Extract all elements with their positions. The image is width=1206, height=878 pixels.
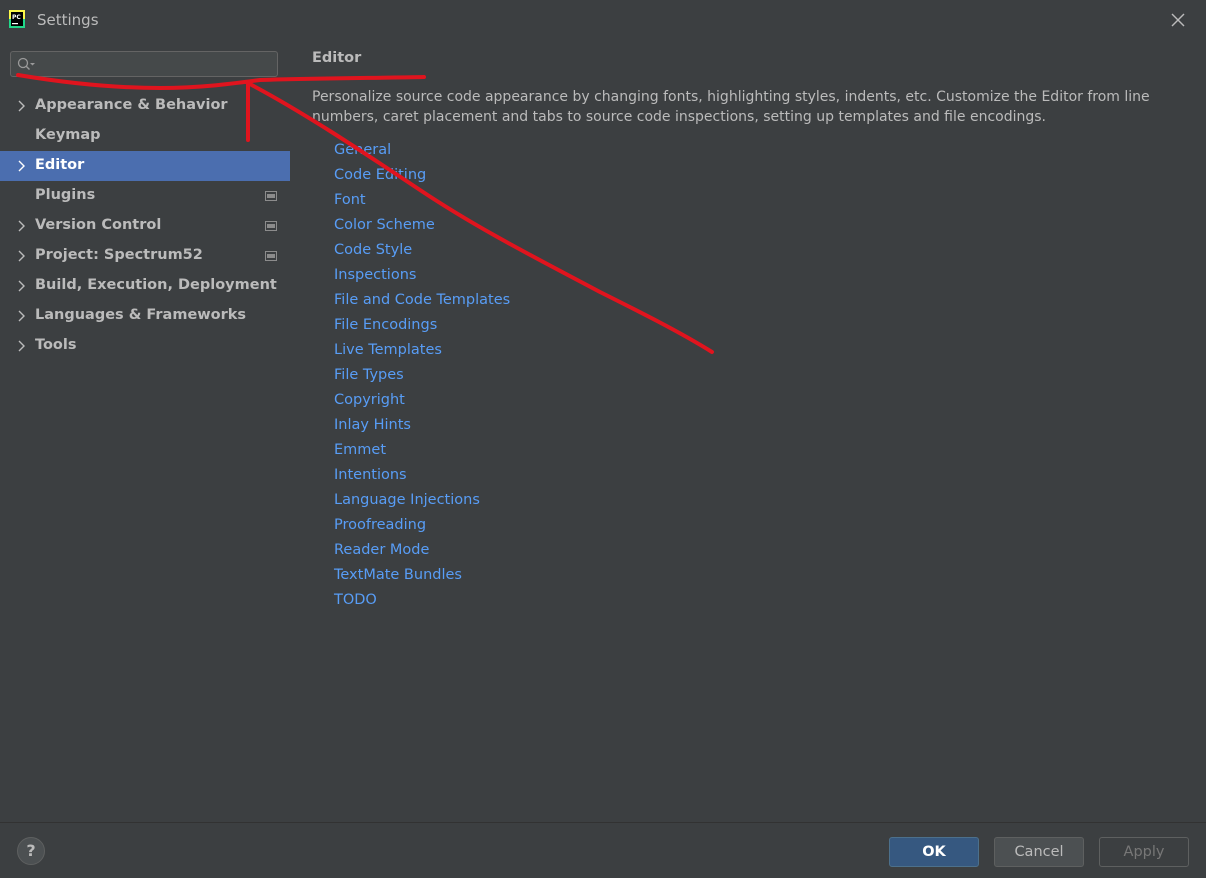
sidebar-item-build-execution-deployment[interactable]: Build, Execution, Deployment	[0, 271, 290, 301]
list-item: Proofreading	[334, 515, 510, 540]
link-file-code-templates[interactable]: File and Code Templates	[334, 292, 510, 308]
page-description: Personalize source code appearance by ch…	[312, 89, 1150, 125]
chevron-right-icon[interactable]	[17, 280, 27, 292]
sidebar-item-keymap[interactable]: Keymap	[0, 121, 290, 151]
link-color-scheme[interactable]: Color Scheme	[334, 217, 435, 233]
chevron-right-icon[interactable]	[17, 100, 27, 112]
link-reader-mode[interactable]: Reader Mode	[334, 542, 429, 558]
link-file-types[interactable]: File Types	[334, 367, 404, 383]
close-icon[interactable]	[1166, 8, 1190, 32]
list-item: File and Code Templates	[334, 290, 510, 315]
list-item: File Encodings	[334, 315, 510, 340]
project-settings-icon	[265, 251, 277, 261]
chevron-right-icon[interactable]	[17, 310, 27, 322]
link-intentions[interactable]: Intentions	[334, 467, 407, 483]
sidebar-item-label: Plugins	[35, 187, 96, 203]
link-code-editing[interactable]: Code Editing	[334, 167, 426, 183]
link-language-injections[interactable]: Language Injections	[334, 492, 480, 508]
link-live-templates[interactable]: Live Templates	[334, 342, 442, 358]
link-code-style[interactable]: Code Style	[334, 242, 412, 258]
list-item: Inspections	[334, 265, 510, 290]
sidebar-item-label: Editor	[35, 157, 85, 173]
title-bar: PC Settings	[0, 0, 1206, 38]
list-item: TODO	[334, 590, 510, 615]
sidebar-item-label: Keymap	[35, 127, 101, 143]
sidebar-item-label: Tools	[35, 337, 77, 353]
list-item: Code Style	[334, 240, 510, 265]
sidebar-item-label: Languages & Frameworks	[35, 307, 247, 323]
link-inspections[interactable]: Inspections	[334, 267, 416, 283]
link-inlay-hints[interactable]: Inlay Hints	[334, 417, 411, 433]
link-textmate-bundles[interactable]: TextMate Bundles	[334, 567, 462, 583]
link-copyright[interactable]: Copyright	[334, 392, 405, 408]
cancel-button[interactable]: Cancel	[994, 837, 1084, 867]
chevron-right-icon[interactable]	[17, 250, 27, 262]
link-emmet[interactable]: Emmet	[334, 442, 386, 458]
sidebar-item-label: Appearance & Behavior	[35, 97, 228, 113]
settings-dialog: PC Settings Appearance & Behavior Keymap	[0, 0, 1206, 878]
chevron-right-icon[interactable]	[17, 220, 27, 232]
sidebar-item-languages-frameworks[interactable]: Languages & Frameworks	[0, 301, 290, 331]
link-todo[interactable]: TODO	[334, 592, 377, 608]
sidebar-item-editor[interactable]: Editor	[0, 151, 290, 181]
sidebar-item-appearance-behavior[interactable]: Appearance & Behavior	[0, 91, 290, 121]
help-button[interactable]: ?	[17, 837, 45, 865]
sidebar-item-project[interactable]: Project: Spectrum52	[0, 241, 290, 271]
sidebar-item-plugins[interactable]: Plugins	[0, 181, 290, 211]
link-proofreading[interactable]: Proofreading	[334, 517, 426, 533]
list-item: Inlay Hints	[334, 415, 510, 440]
list-item: Live Templates	[334, 340, 510, 365]
list-item: Font	[334, 190, 510, 215]
pycharm-app-icon: PC	[9, 10, 25, 28]
window-title: Settings	[37, 11, 99, 29]
page-title: Editor	[312, 50, 362, 66]
settings-content-panel: Editor Personalize source code appearanc…	[290, 38, 1206, 822]
list-item: Intentions	[334, 465, 510, 490]
search-input[interactable]	[39, 52, 273, 76]
project-settings-icon	[265, 221, 277, 231]
apply-button[interactable]: Apply	[1099, 837, 1189, 867]
editor-subpage-links: General Code Editing Font Color Scheme C…	[334, 140, 510, 615]
sidebar-item-tools[interactable]: Tools	[0, 331, 290, 361]
ok-button[interactable]: OK	[889, 837, 979, 867]
search-icon[interactable]	[17, 57, 37, 72]
sidebar-item-label: Project: Spectrum52	[35, 247, 203, 263]
link-file-encodings[interactable]: File Encodings	[334, 317, 437, 333]
app-icon-text: PC	[12, 14, 21, 21]
project-settings-icon	[265, 191, 277, 201]
link-general[interactable]: General	[334, 142, 391, 158]
chevron-right-icon[interactable]	[17, 340, 27, 352]
chevron-right-icon[interactable]	[17, 160, 27, 172]
link-font[interactable]: Font	[334, 192, 366, 208]
list-item: File Types	[334, 365, 510, 390]
list-item: Emmet	[334, 440, 510, 465]
list-item: TextMate Bundles	[334, 565, 510, 590]
sidebar-item-label: Build, Execution, Deployment	[35, 277, 277, 293]
list-item: Language Injections	[334, 490, 510, 515]
list-item: Reader Mode	[334, 540, 510, 565]
sidebar-item-version-control[interactable]: Version Control	[0, 211, 290, 241]
list-item: General	[334, 140, 510, 165]
settings-tree: Appearance & Behavior Keymap Editor Plug…	[0, 91, 290, 361]
dialog-footer: ? OK Cancel Apply	[0, 822, 1206, 878]
sidebar-item-label: Version Control	[35, 217, 162, 233]
list-item: Color Scheme	[334, 215, 510, 240]
settings-sidebar: Appearance & Behavior Keymap Editor Plug…	[0, 38, 290, 822]
search-field[interactable]	[10, 51, 278, 77]
list-item: Copyright	[334, 390, 510, 415]
list-item: Code Editing	[334, 165, 510, 190]
